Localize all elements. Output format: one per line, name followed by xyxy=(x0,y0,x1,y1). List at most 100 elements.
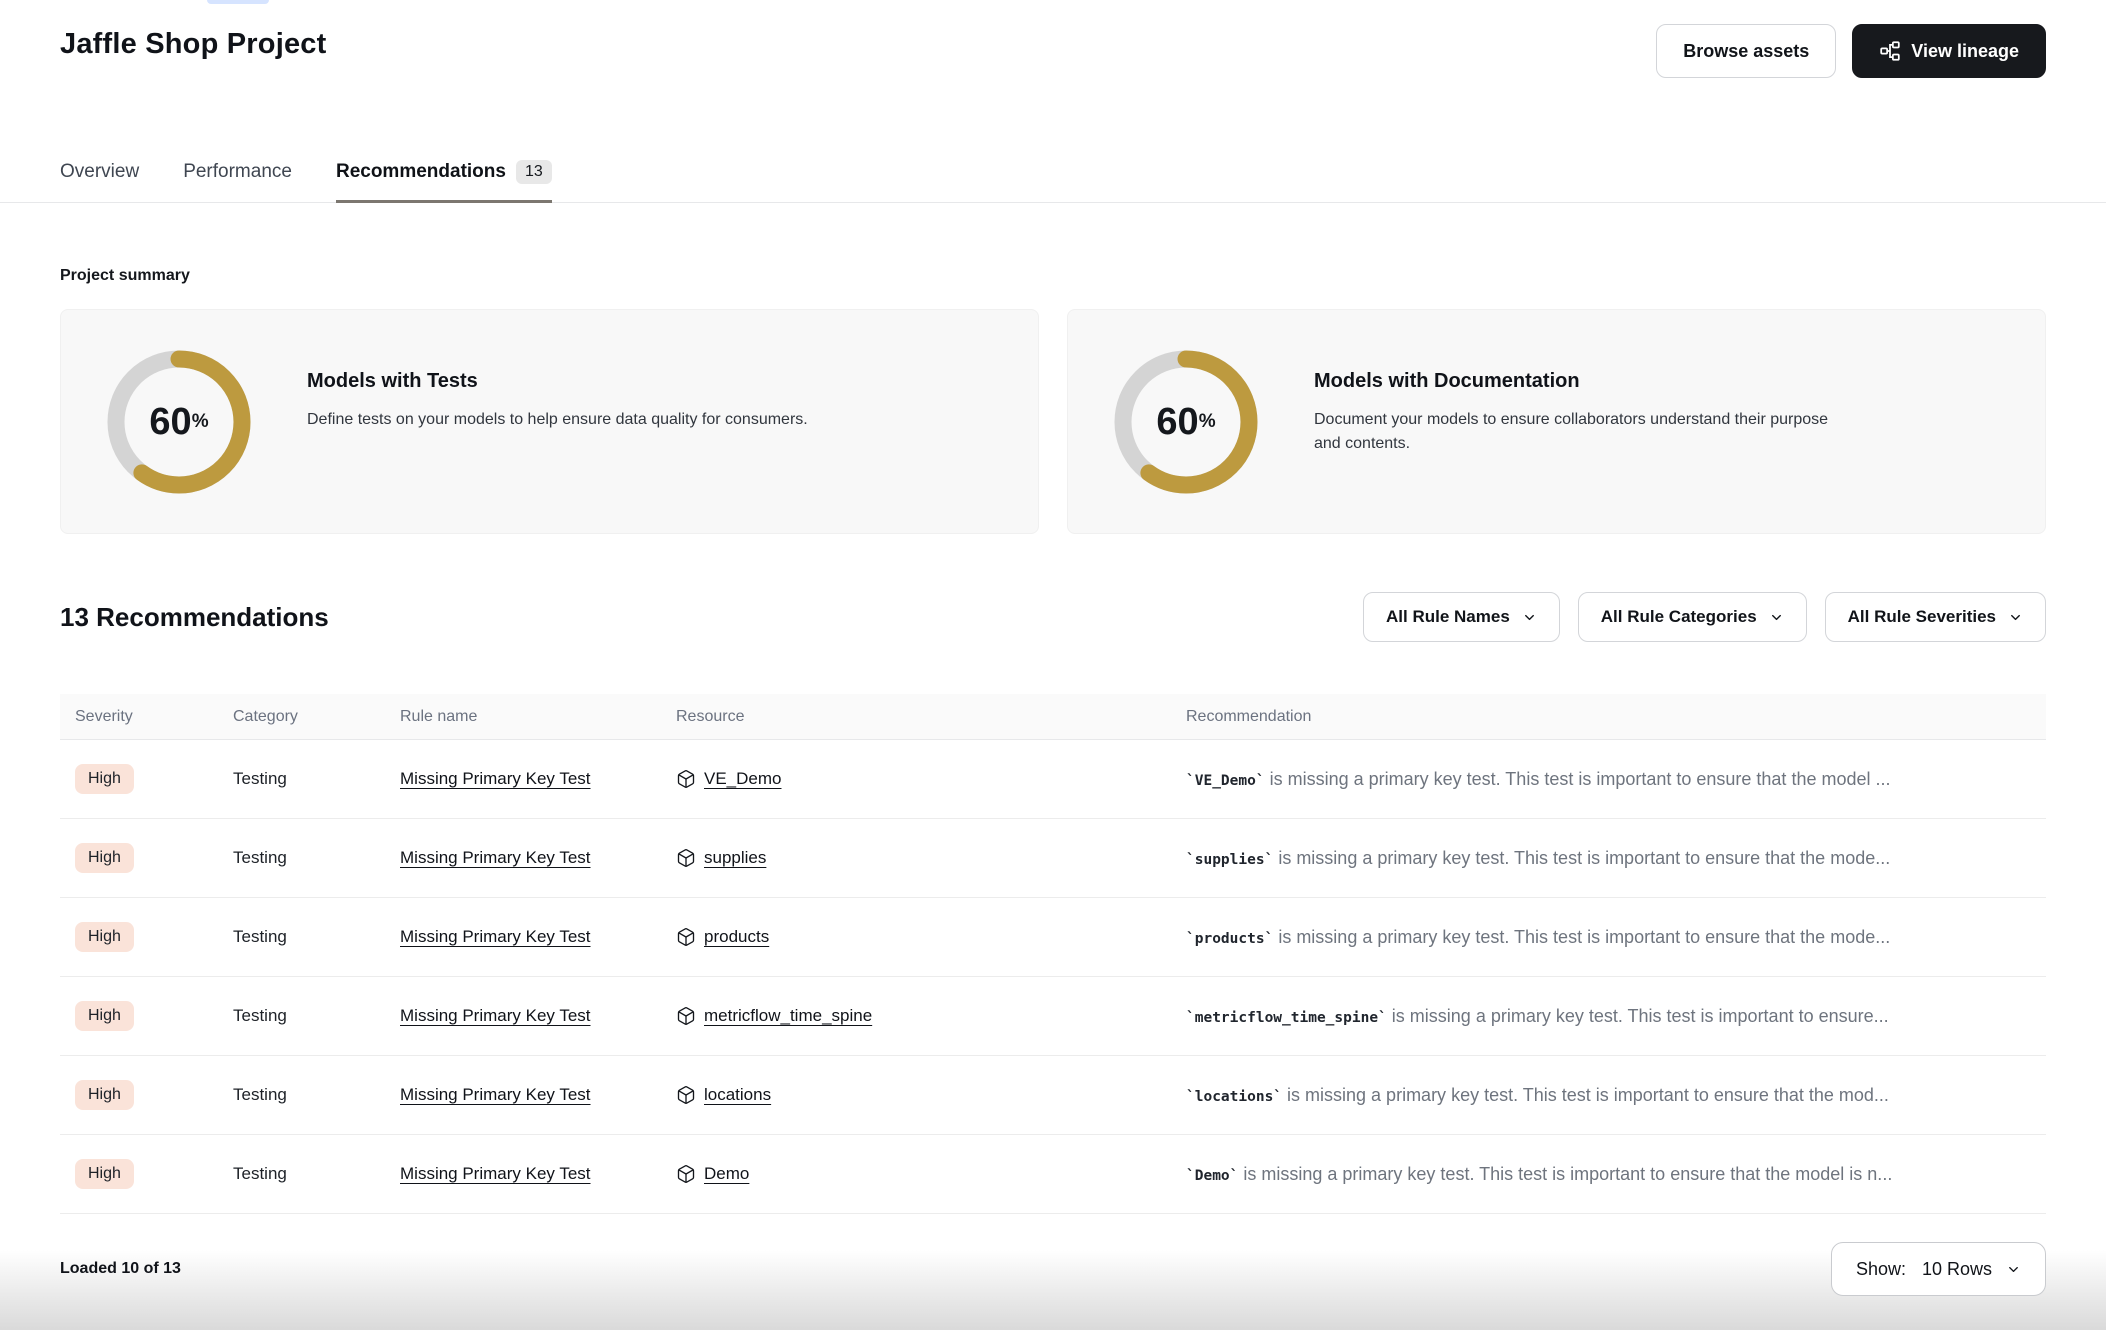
severity-badge: High xyxy=(75,1159,134,1189)
tests-card-description: Define tests on your models to help ensu… xyxy=(307,408,808,432)
recommendations-header: 13 Recommendations All Rule Names All Ru… xyxy=(0,592,2106,642)
recommendation-text: is missing a primary key test. This test… xyxy=(1238,1164,1892,1184)
col-resource: Resource xyxy=(676,708,1186,726)
tab-performance[interactable]: Performance xyxy=(183,160,292,203)
table-row: High Testing Missing Primary Key Test lo… xyxy=(60,1056,2046,1135)
category-cell: Testing xyxy=(233,1006,400,1026)
col-category: Category xyxy=(233,708,400,726)
category-cell: Testing xyxy=(233,927,400,947)
severity-badge: High xyxy=(75,1001,134,1031)
model-icon xyxy=(676,848,696,868)
table-row: High Testing Missing Primary Key Test VE… xyxy=(60,740,2046,819)
recommendation-text: is missing a primary key test. This test… xyxy=(1282,1085,1889,1105)
category-cell: Testing xyxy=(233,769,400,789)
recommendation-text: is missing a primary key test. This test… xyxy=(1387,1006,1889,1026)
documentation-percent-symbol: % xyxy=(1199,411,1216,433)
category-cell: Testing xyxy=(233,1164,400,1184)
browse-assets-button[interactable]: Browse assets xyxy=(1656,24,1836,78)
category-cell: Testing xyxy=(233,848,400,868)
view-lineage-label: View lineage xyxy=(1911,41,2019,62)
rule-names-filter-label: All Rule Names xyxy=(1386,607,1510,627)
model-icon xyxy=(676,927,696,947)
models-with-tests-card: 60% Models with Tests Define tests on yo… xyxy=(60,309,1039,534)
recommendation-text: is missing a primary key test. This test… xyxy=(1265,769,1891,789)
tests-percent-symbol: % xyxy=(192,411,209,433)
tab-bar: Overview Performance Recommendations 13 xyxy=(0,160,2106,203)
summary-cards: 60% Models with Tests Define tests on yo… xyxy=(0,309,2106,534)
view-lineage-button[interactable]: View lineage xyxy=(1852,24,2046,78)
model-icon xyxy=(676,1006,696,1026)
tab-recommendations[interactable]: Recommendations 13 xyxy=(336,160,552,203)
col-recommendation: Recommendation xyxy=(1186,708,2046,726)
recommendations-heading: 13 Recommendations xyxy=(60,602,329,633)
loaded-count: Loaded 10 of 13 xyxy=(60,1260,181,1278)
severity-badge: High xyxy=(75,843,134,873)
rule-categories-filter-label: All Rule Categories xyxy=(1601,607,1757,627)
resource-link[interactable]: locations xyxy=(704,1085,771,1105)
severity-badge: High xyxy=(75,1080,134,1110)
col-rule-name: Rule name xyxy=(400,708,676,726)
recommendation-code: `supplies` xyxy=(1186,852,1273,868)
documentation-card-text: Models with Documentation Document your … xyxy=(1314,348,1859,456)
recommendation-code: `VE_Demo` xyxy=(1186,773,1265,789)
rule-names-filter[interactable]: All Rule Names xyxy=(1363,592,1560,642)
rule-severities-filter-label: All Rule Severities xyxy=(1848,607,1996,627)
table-footer: Loaded 10 of 13 Show: 10 Rows xyxy=(0,1242,2106,1296)
model-icon xyxy=(676,769,696,789)
documentation-card-description: Document your models to ensure collabora… xyxy=(1314,408,1859,456)
rule-name-link[interactable]: Missing Primary Key Test xyxy=(400,1085,591,1104)
recommendations-count-badge: 13 xyxy=(516,160,552,184)
resource-link[interactable]: supplies xyxy=(704,848,766,868)
table-row: High Testing Missing Primary Key Test me… xyxy=(60,977,2046,1056)
chevron-down-icon xyxy=(2008,610,2023,625)
tests-card-text: Models with Tests Define tests on your m… xyxy=(307,348,808,432)
documentation-donut-chart: 60% xyxy=(1112,348,1260,496)
model-icon xyxy=(676,1085,696,1105)
tab-performance-label: Performance xyxy=(183,161,292,183)
table-row: High Testing Missing Primary Key Test su… xyxy=(60,819,2046,898)
resource-link[interactable]: VE_Demo xyxy=(704,769,781,789)
project-summary-label: Project summary xyxy=(60,267,2046,285)
tab-overview-label: Overview xyxy=(60,161,139,183)
documentation-card-title: Models with Documentation xyxy=(1314,370,1859,393)
tests-donut-chart: 60% xyxy=(105,348,253,496)
table-header-row: Severity Category Rule name Resource Rec… xyxy=(60,694,2046,740)
resource-link[interactable]: metricflow_time_spine xyxy=(704,1006,872,1026)
header-actions: Browse assets View lineage xyxy=(1656,24,2046,78)
table-row: High Testing Missing Primary Key Test pr… xyxy=(60,898,2046,977)
page-title: Jaffle Shop Project xyxy=(60,28,326,61)
show-label: Show: xyxy=(1856,1259,1906,1280)
browse-assets-label: Browse assets xyxy=(1683,41,1809,62)
recommendations-page: Jaffle Shop Project Browse assets View l… xyxy=(0,0,2106,1330)
rule-name-link[interactable]: Missing Primary Key Test xyxy=(400,927,591,946)
chevron-down-icon xyxy=(2006,1262,2021,1277)
table-row: High Testing Missing Primary Key Test De… xyxy=(60,1135,2046,1214)
tab-overview[interactable]: Overview xyxy=(60,160,139,203)
severity-badge: High xyxy=(75,764,134,794)
rule-categories-filter[interactable]: All Rule Categories xyxy=(1578,592,1807,642)
category-cell: Testing xyxy=(233,1085,400,1105)
rule-name-link[interactable]: Missing Primary Key Test xyxy=(400,1006,591,1025)
top-clipped-element xyxy=(207,0,269,4)
lineage-icon xyxy=(1879,40,1901,62)
recommendation-code: `metricflow_time_spine` xyxy=(1186,1010,1387,1026)
chevron-down-icon xyxy=(1522,610,1537,625)
recommendations-table: Severity Category Rule name Resource Rec… xyxy=(60,694,2046,1214)
recommendation-code: `Demo` xyxy=(1186,1168,1238,1184)
rule-name-link[interactable]: Missing Primary Key Test xyxy=(400,1164,591,1183)
recommendation-text: is missing a primary key test. This test… xyxy=(1273,927,1890,947)
documentation-percent-value: 60 xyxy=(1156,401,1198,444)
filter-bar: All Rule Names All Rule Categories All R… xyxy=(1363,592,2046,642)
recommendation-code: `products` xyxy=(1186,931,1273,947)
rule-name-link[interactable]: Missing Primary Key Test xyxy=(400,769,591,788)
col-severity: Severity xyxy=(75,708,233,726)
tab-recommendations-label: Recommendations xyxy=(336,161,506,183)
chevron-down-icon xyxy=(1769,610,1784,625)
rows-per-page-select[interactable]: Show: 10 Rows xyxy=(1831,1242,2046,1296)
resource-link[interactable]: products xyxy=(704,927,769,947)
model-icon xyxy=(676,1164,696,1184)
resource-link[interactable]: Demo xyxy=(704,1164,749,1184)
rule-name-link[interactable]: Missing Primary Key Test xyxy=(400,848,591,867)
rule-severities-filter[interactable]: All Rule Severities xyxy=(1825,592,2046,642)
show-value: 10 Rows xyxy=(1922,1259,1992,1280)
